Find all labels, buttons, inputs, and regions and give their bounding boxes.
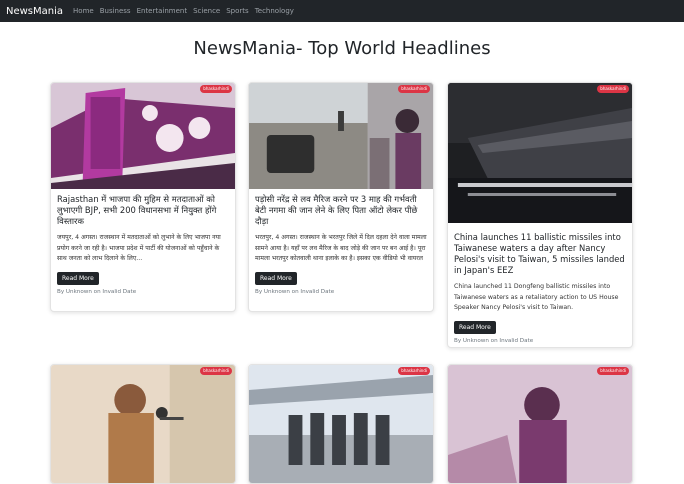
source-badge: bhaskarhindi [200,85,232,93]
card-title: Rajasthan में भाजपा की मुहिम से मतदाताओं… [57,194,217,226]
nav-link-sports[interactable]: Sports [226,7,248,15]
nav-link-business[interactable]: Business [100,7,131,15]
card-body: पड़ोसी नरेंद्र से लव मैरिज करने पर 3 माह… [255,194,427,295]
card-body: China launches 11 ballistic missiles int… [454,232,626,344]
news-image[interactable]: bhaskarhindi [249,83,433,189]
card-title: पड़ोसी नरेंद्र से लव मैरिज करने पर 3 माह… [255,194,418,226]
news-card: bhaskarhindi [50,364,236,484]
card-meta: By Unknown on Invalid Date [454,337,534,344]
brand-logo[interactable]: NewsMania [6,6,63,17]
news-image[interactable]: bhaskarhindi [51,83,235,189]
page-title: NewsMania- Top World Headlines [193,38,491,59]
news-card: bhaskarhindi पड़ोसी नरेंद्र से लव मैरिज … [248,82,434,312]
nav-link-science[interactable]: Science [193,7,220,15]
card-description: China launched 11 Dongfeng ballistic mis… [454,283,619,312]
source-badge: bhaskarhindi [597,367,629,375]
source-badge: bhaskarhindi [597,85,629,93]
source-badge: bhaskarhindi [398,85,430,93]
news-image[interactable]: bhaskarhindi [448,365,632,483]
news-image[interactable]: bhaskarhindi [51,365,235,483]
news-image[interactable]: bhaskarhindi [448,83,632,223]
card-description: भरतपुर, 4 अगस्त। राजस्थान के भरतपुर जिले… [255,234,427,263]
card-meta: By Unknown on Invalid Date [57,288,137,295]
read-more-button[interactable]: Read More [255,271,297,285]
news-card: bhaskarhindi [447,364,633,484]
nav-link-home[interactable]: Home [73,7,94,15]
news-card: bhaskarhindi Rajasthan में भाजपा की मुहि… [50,82,236,312]
card-body: Rajasthan में भाजपा की मुहिम से मतदाताओं… [57,194,229,295]
news-card: bhaskarhindi [248,364,434,484]
news-card: bhaskarhindi China launches 11 ballistic… [447,82,633,348]
card-meta: By Unknown on Invalid Date [255,288,335,295]
read-more-button[interactable]: Read More [57,271,99,285]
read-more-button[interactable]: Read More [454,320,496,334]
source-badge: bhaskarhindi [398,367,430,375]
news-image[interactable]: bhaskarhindi [249,365,433,483]
nav-link-technology[interactable]: Technology [255,7,294,15]
card-title: China launches 11 ballistic missiles int… [454,232,625,275]
nav-link-entertainment[interactable]: Entertainment [137,7,188,15]
card-description: जयपुर, 4 अगस्त। राजस्थान में मतदाताओं को… [57,234,221,263]
source-badge: bhaskarhindi [200,367,232,375]
navbar: NewsMania Home Business Entertainment Sc… [0,0,684,22]
